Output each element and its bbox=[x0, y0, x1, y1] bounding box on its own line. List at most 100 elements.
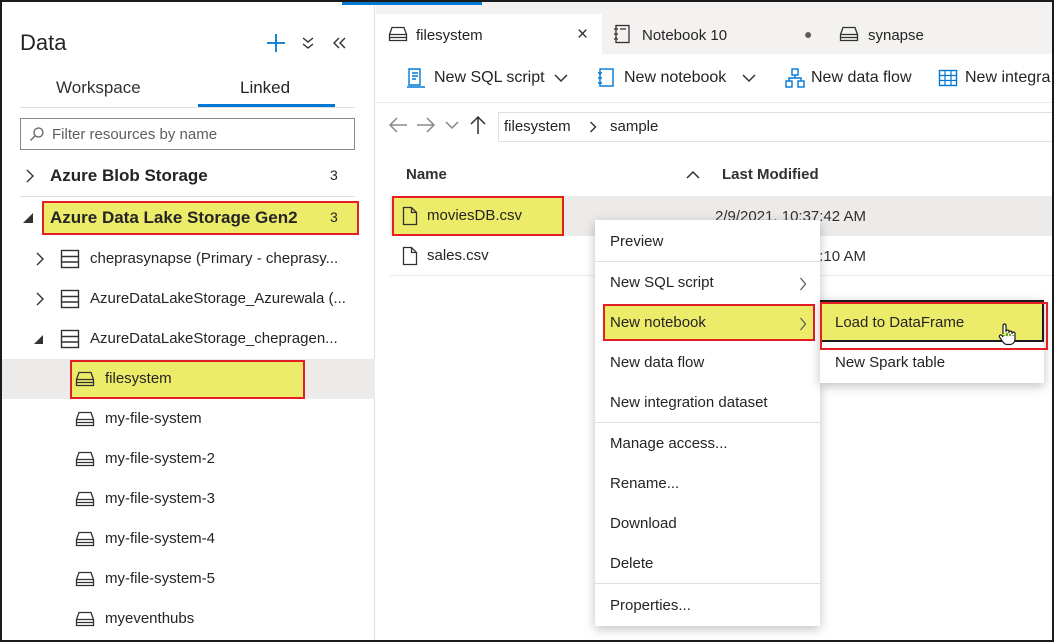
container-label: my-file-system-4 bbox=[105, 530, 216, 547]
menu-separator bbox=[595, 261, 820, 262]
breadcrumb-item[interactable]: filesystem bbox=[504, 118, 571, 135]
column-header-name[interactable]: Name bbox=[406, 166, 447, 183]
file-icon bbox=[402, 206, 418, 226]
menu-item-label: New integration dataset bbox=[610, 394, 768, 411]
search-input[interactable]: Filter resources by name bbox=[20, 118, 355, 150]
tab-workspace[interactable]: Workspace bbox=[56, 78, 141, 98]
tab-synapse[interactable]: synapse bbox=[829, 14, 1052, 54]
chevron-right-icon bbox=[799, 277, 807, 291]
sort-up-icon[interactable] bbox=[686, 170, 700, 180]
menu-item-new-integration-dataset[interactable]: New integration dataset bbox=[595, 383, 820, 423]
tree-account-row[interactable]: cheprasynapse (Primary - cheprasy... bbox=[2, 239, 375, 279]
file-name: moviesDB.csv bbox=[427, 207, 523, 224]
tree-container[interactable]: my-file-system-4 bbox=[2, 519, 375, 559]
tab-label: synapse bbox=[868, 27, 924, 44]
tree-group-adls-gen2[interactable]: Azure Data Lake Storage Gen2 3 bbox=[2, 198, 375, 238]
menu-item-manage-access[interactable]: Manage access... bbox=[595, 424, 820, 464]
data-panel: Data Workspace Linked Filter resources b… bbox=[2, 2, 375, 640]
chevron-right-icon bbox=[35, 292, 45, 306]
chevron-down-icon[interactable] bbox=[742, 73, 756, 83]
tab-label: Notebook 10 bbox=[642, 27, 728, 44]
new-sql-script-button[interactable]: New SQL script bbox=[434, 69, 545, 87]
tab-notebook-10[interactable]: Notebook 10 ● bbox=[604, 14, 827, 54]
notebook-add-icon bbox=[596, 67, 616, 89]
menu-item-rename[interactable]: Rename... bbox=[595, 464, 820, 504]
menu-item-new-sql-script[interactable]: New SQL script bbox=[595, 263, 820, 303]
tree-account-row[interactable]: AzureDataLakeStorage_chepragen... bbox=[2, 319, 375, 359]
app-window: Data Workspace Linked Filter resources b… bbox=[0, 0, 1054, 642]
unsaved-dot-icon: ● bbox=[804, 26, 813, 42]
chevron-down-filled-icon bbox=[22, 212, 34, 224]
close-icon[interactable]: × bbox=[577, 24, 588, 46]
tree-group-blob-storage[interactable]: Azure Blob Storage 3 bbox=[2, 156, 375, 196]
menu-item-new-data-flow[interactable]: New data flow bbox=[595, 343, 820, 383]
arrow-right-icon[interactable] bbox=[416, 116, 436, 134]
menu-item-properties[interactable]: Properties... bbox=[595, 586, 820, 626]
container-icon bbox=[75, 491, 95, 507]
account-label: AzureDataLakeStorage_chepragen... bbox=[90, 330, 338, 347]
search-placeholder: Filter resources by name bbox=[52, 126, 218, 143]
menu-item-label: Manage access... bbox=[610, 435, 728, 452]
menu-item-new-spark-table[interactable]: New Spark table bbox=[820, 342, 1044, 382]
new-notebook-button[interactable]: New notebook bbox=[624, 69, 726, 87]
chevron-right-icon bbox=[35, 252, 45, 266]
menu-item-label: Download bbox=[610, 515, 677, 532]
chevron-down-filled-icon bbox=[33, 334, 44, 345]
tab-label: filesystem bbox=[416, 27, 483, 44]
column-header-last-modified[interactable]: Last Modified bbox=[722, 166, 819, 183]
double-chevron-left-icon[interactable] bbox=[331, 35, 347, 51]
arrow-up-icon[interactable] bbox=[470, 115, 486, 135]
tab-filesystem[interactable]: filesystem × bbox=[376, 14, 602, 54]
container-label: my-file-system-3 bbox=[105, 490, 216, 507]
storage-account-icon bbox=[60, 249, 80, 269]
hand-cursor-icon bbox=[997, 322, 1017, 346]
chevron-down-icon[interactable] bbox=[445, 120, 459, 130]
tab-linked[interactable]: Linked bbox=[240, 78, 290, 98]
menu-item-new-notebook[interactable]: New notebook bbox=[595, 303, 820, 343]
new-data-flow-button[interactable]: New data flow bbox=[811, 69, 912, 87]
top-accent bbox=[342, 2, 482, 5]
tree-container[interactable]: my-file-system-3 bbox=[2, 479, 375, 519]
collapse-all-icon[interactable] bbox=[301, 35, 315, 51]
menu-item-delete[interactable]: Delete bbox=[595, 544, 820, 584]
notebook-submenu: Load to DataFrame New Spark table bbox=[820, 300, 1048, 383]
table-icon bbox=[938, 68, 958, 88]
group-label: Azure Blob Storage bbox=[50, 166, 208, 185]
menu-item-label: Preview bbox=[610, 233, 664, 250]
container-label: my-file-system-2 bbox=[105, 450, 216, 467]
tree-container[interactable]: my-file-system bbox=[2, 399, 375, 439]
menu-item-label: New SQL script bbox=[610, 274, 714, 291]
menu-item-label: New Spark table bbox=[835, 354, 946, 371]
tree-container[interactable]: myeventhubs bbox=[2, 599, 375, 639]
add-icon[interactable] bbox=[265, 32, 287, 54]
container-icon bbox=[75, 571, 95, 587]
tree-account-row[interactable]: AzureDataLakeStorage_Azurewala (... bbox=[2, 279, 375, 319]
container-label: myeventhubs bbox=[105, 610, 195, 627]
chevron-right-icon bbox=[589, 121, 597, 133]
tree-container[interactable]: my-file-system-5 bbox=[2, 559, 375, 599]
new-integration-button[interactable]: New integra bbox=[965, 69, 1050, 87]
tree-container-filesystem[interactable]: filesystem bbox=[2, 359, 375, 399]
menu-item-preview[interactable]: Preview bbox=[595, 222, 820, 262]
menu-item-label: New notebook bbox=[610, 314, 706, 331]
panel-title: Data bbox=[20, 30, 67, 55]
container-icon bbox=[75, 451, 95, 467]
container-icon bbox=[75, 371, 95, 387]
container-icon bbox=[75, 531, 95, 547]
container-label: my-file-system bbox=[105, 410, 202, 427]
group-label: Azure Data Lake Storage Gen2 bbox=[50, 208, 298, 227]
notebook-icon bbox=[613, 24, 631, 44]
file-name: sales.csv bbox=[427, 247, 489, 264]
breadcrumb-item[interactable]: sample bbox=[610, 118, 658, 135]
menu-item-download[interactable]: Download bbox=[595, 504, 820, 544]
search-icon bbox=[29, 126, 45, 142]
container-icon bbox=[75, 611, 95, 627]
account-label: cheprasynapse (Primary - cheprasy... bbox=[90, 250, 339, 267]
chevron-down-icon[interactable] bbox=[554, 73, 568, 83]
storage-account-icon bbox=[60, 289, 80, 309]
breadcrumb: filesystem sample bbox=[498, 112, 1052, 142]
account-label: AzureDataLakeStorage_Azurewala (... bbox=[90, 290, 346, 307]
tabs-divider bbox=[20, 107, 355, 108]
arrow-left-icon[interactable] bbox=[388, 116, 408, 134]
tree-container[interactable]: my-file-system-2 bbox=[2, 439, 375, 479]
